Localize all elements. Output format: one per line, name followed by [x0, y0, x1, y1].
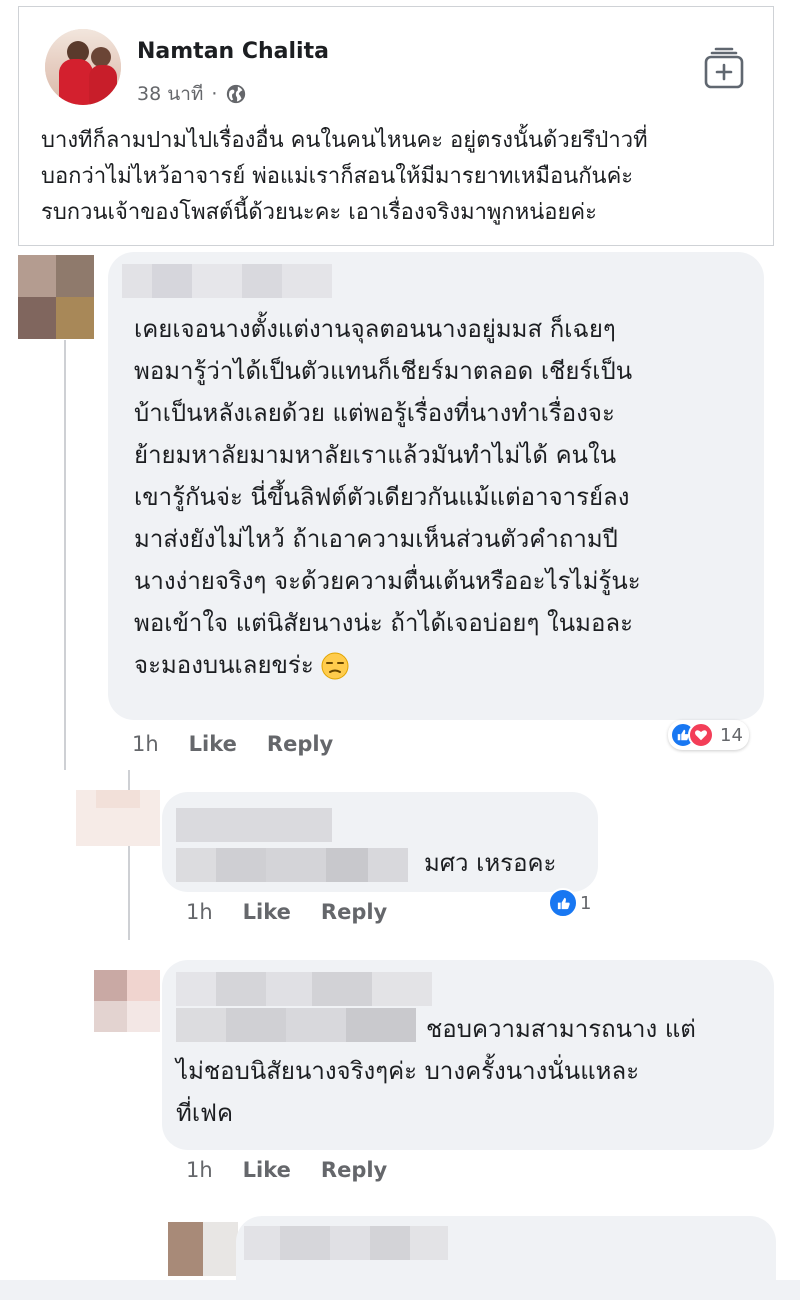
reply-button[interactable]: Reply	[267, 732, 333, 756]
comment-actions: 1h Like Reply	[186, 900, 387, 924]
comment-bubble: มศว เหรอคะ	[162, 792, 598, 892]
globe-icon	[227, 84, 246, 104]
reaction-summary[interactable]: 1	[548, 888, 591, 918]
bottom-edge	[0, 1280, 800, 1300]
comment-line: มาส่งยังไม่ไหว้ ถ้าเอาความเห็นส่วนตัวคำถ…	[134, 525, 618, 553]
post-meta: 38 นาที ·	[137, 79, 247, 109]
comment-line: ไม่ชอบนิสัยนางจริงๆค่ะ บางครั้งนางนั่นแห…	[176, 1057, 640, 1085]
comment-line: มศว เหรอคะ	[424, 849, 557, 877]
comment-line-last: จะมองบนเลยขร่ะ	[134, 644, 641, 686]
post-card: Namtan Chalita 38 นาที · บางทีก็ลามปามไป…	[18, 6, 774, 246]
post-author-name[interactable]: Namtan Chalita	[137, 39, 329, 64]
comment-line: ย้ายมหาลัยมามหาลัยเราแล้วมันทำไม่ได้ คนใ…	[134, 441, 617, 469]
comment-text: เคยเจอนางตั้งแต่งานจุลตอนนางอยู่มมส ก็เฉ…	[134, 308, 641, 686]
reaction-summary[interactable]: 14	[668, 720, 749, 750]
comment-line: พอเข้าใจ แต่นิสัยนางน่ะ ถ้าได้เจอบ่อยๆ ใ…	[134, 609, 633, 637]
post-line: บอกว่าไม่ไหว้อาจารย์ พ่อแม่เราก็สอนให้มี…	[41, 164, 634, 189]
post-body: บางทีก็ลามปามไปเรื่องอื่น คนในคนไหนคะ อย…	[41, 123, 761, 231]
commenter-avatar[interactable]	[76, 790, 160, 846]
love-reaction-icon	[688, 722, 714, 748]
like-reaction-icon	[548, 888, 578, 918]
comment-line: เคยเจอนางตั้งแต่งานจุลตอนนางอยู่มมส ก็เฉ…	[134, 315, 616, 343]
comment-line: ชอบความสามารถนาง แต่	[426, 1015, 696, 1043]
commenter-name-redacted	[176, 808, 332, 842]
comment-time[interactable]: 1h	[186, 1158, 213, 1182]
like-button[interactable]: Like	[243, 1158, 291, 1182]
thread-line	[64, 340, 66, 770]
comment-time[interactable]: 1h	[132, 732, 159, 756]
comment-line: ที่เฟค	[176, 1099, 234, 1127]
comment-time[interactable]: 1h	[186, 900, 213, 924]
commenter-avatar[interactable]	[168, 1222, 238, 1276]
comment-line: นางง่ายจริงๆ จะด้วยความตื่นเต้นหรืออะไรไ…	[134, 567, 641, 595]
like-button[interactable]: Like	[243, 900, 291, 924]
like-button[interactable]: Like	[189, 732, 237, 756]
post-time[interactable]: 38 นาที	[137, 79, 203, 109]
reaction-count: 1	[580, 892, 592, 914]
comment-line: เขารู้กันจ่ะ นี่ขึ้นลิฟต์ตัวเดียวกันแม้แ…	[134, 483, 630, 511]
commenter-avatar[interactable]	[18, 255, 94, 339]
comment-bubble: ชอบความสามารถนาง แต่ ไม่ชอบนิสัยนางจริงๆ…	[162, 960, 774, 1150]
bookmark-add-icon[interactable]	[703, 47, 745, 91]
post-author-avatar[interactable]	[45, 29, 121, 105]
comment-line: จะมองบนเลยขร่ะ	[134, 651, 314, 679]
reply-button[interactable]: Reply	[321, 900, 387, 924]
comment-text: มศว เหรอคะ	[424, 842, 556, 884]
reply-button[interactable]: Reply	[321, 1158, 387, 1182]
comment-line: บ้าเป็นหลังเลยด้วย แต่พอรู้เรื่องที่นางท…	[134, 399, 615, 427]
meta-separator: ·	[211, 83, 218, 105]
comment-text: ชอบความสามารถนาง แต่ ไม่ชอบนิสัยนางจริงๆ…	[176, 1008, 696, 1134]
comment-bubble	[236, 1216, 776, 1280]
unamused-face-emoji	[321, 652, 349, 680]
comment-bubble: เคยเจอนางตั้งแต่งานจุลตอนนางอยู่มมส ก็เฉ…	[108, 252, 764, 720]
reaction-count: 14	[720, 724, 743, 746]
post-line: รบกวนเจ้าของโพสต์นี้ด้วยนะคะ เอาเรื่องจร…	[41, 200, 597, 225]
commenter-name-redacted	[244, 1226, 448, 1260]
comment-actions: 1h Like Reply	[186, 1158, 387, 1182]
comment-actions: 1h Like Reply	[132, 732, 333, 756]
post-line: บางทีก็ลามปามไปเรื่องอื่น คนในคนไหนคะ อย…	[41, 128, 648, 153]
comment-text-redacted	[176, 848, 408, 882]
comment-line: พอมารู้ว่าได้เป็นตัวแทนก็เชียร์มาตลอด เช…	[134, 357, 633, 385]
commenter-name-redacted	[176, 972, 432, 1006]
commenter-avatar[interactable]	[94, 970, 160, 1032]
commenter-name-redacted	[122, 264, 332, 298]
